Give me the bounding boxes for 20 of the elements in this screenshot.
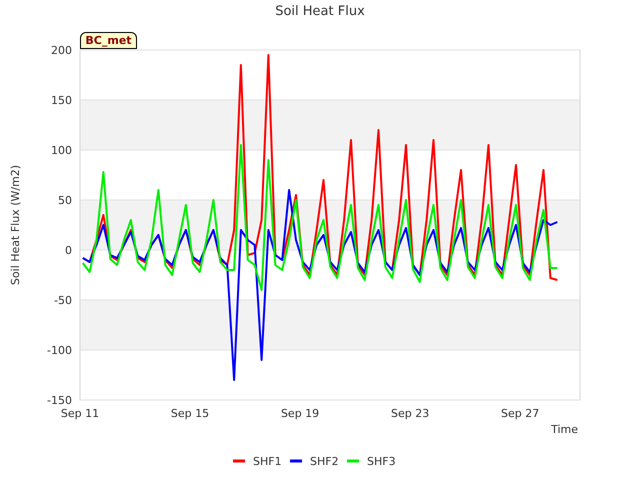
chart-title: Soil Heat Flux xyxy=(275,4,365,19)
y-tick-label: -150 xyxy=(47,394,72,407)
legend-label: SHF1 xyxy=(253,455,282,468)
y-axis-label: Soil Heat Flux (W/m2) xyxy=(9,164,22,286)
y-tick-label: -100 xyxy=(47,344,72,357)
x-tick-label: Sep 27 xyxy=(501,407,540,420)
y-tick-label: 0 xyxy=(65,244,72,257)
x-axis-label: Time xyxy=(551,423,578,436)
y-tick-label: 100 xyxy=(51,144,72,157)
y-tick-label: 150 xyxy=(51,94,72,107)
y-tick-label: -50 xyxy=(54,294,72,307)
x-tick-label: Sep 23 xyxy=(391,407,430,420)
y-tick-label: 50 xyxy=(58,194,72,207)
legend-label: SHF3 xyxy=(367,455,396,468)
site-tag: BC_met xyxy=(80,32,137,49)
legend-label: SHF2 xyxy=(310,455,339,468)
x-tick-label: Sep 11 xyxy=(60,407,100,420)
x-tick-label: Sep 15 xyxy=(170,407,210,420)
x-tick-label: Sep 19 xyxy=(280,407,320,420)
y-tick-label: 200 xyxy=(51,44,72,57)
